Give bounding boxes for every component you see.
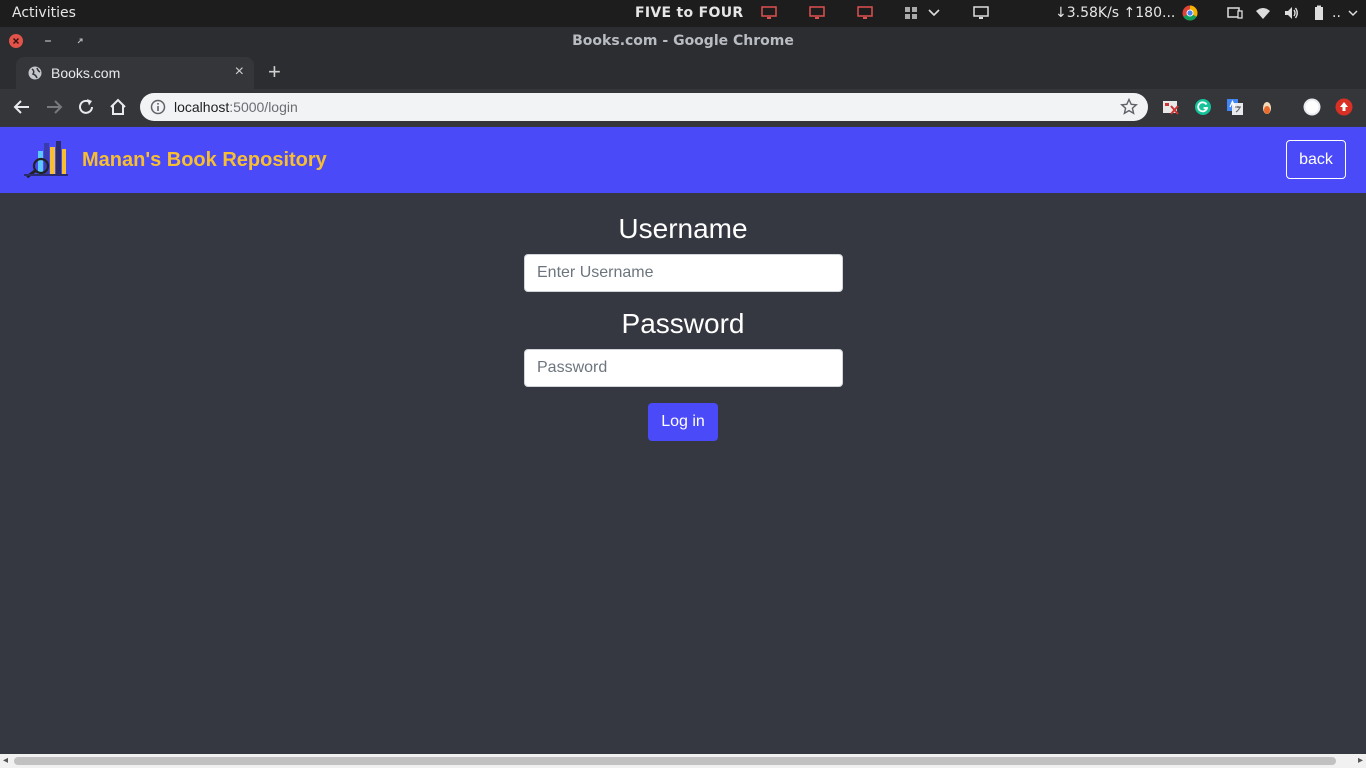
username-label: Username	[618, 213, 748, 244]
url-path: :5000/login	[229, 99, 298, 115]
login-button[interactable]: Log in	[648, 403, 718, 441]
window-title: Books.com - Google Chrome	[572, 33, 794, 49]
password-label: Password	[621, 308, 745, 339]
brand-title[interactable]: Manan's Book Repository	[82, 149, 327, 172]
system-top-bar: Activities FIVE to FOUR ↓3.58K/s ↑180...…	[0, 0, 1366, 27]
display-icon[interactable]	[973, 6, 989, 20]
activities-button[interactable]: Activities	[12, 5, 76, 21]
forward-arrow-icon[interactable]	[44, 97, 64, 117]
site-header: Manan's Book Repository back	[0, 127, 1366, 193]
address-bar[interactable]: localhost:5000/login	[140, 93, 1148, 121]
workspace-monitor-icon[interactable]	[809, 6, 825, 20]
scroll-left-icon[interactable]: ◂	[3, 755, 8, 766]
back-arrow-icon[interactable]	[12, 97, 32, 117]
scrollbar-thumb[interactable]	[14, 757, 1336, 765]
chevron-down-icon[interactable]	[1348, 6, 1358, 20]
scroll-right-icon[interactable]: ▸	[1358, 755, 1363, 766]
wifi-icon[interactable]	[1255, 5, 1271, 21]
home-icon[interactable]	[108, 97, 128, 117]
url-host: localhost	[174, 99, 230, 115]
tab-close-button[interactable]: ×	[235, 63, 244, 81]
username-input[interactable]	[524, 254, 843, 292]
window-title-bar: Books.com - Google Chrome	[0, 27, 1366, 55]
grid-icon[interactable]	[903, 6, 919, 20]
update-icon[interactable]	[1335, 98, 1353, 116]
password-input[interactable]	[524, 349, 843, 387]
tab-title: Books.com	[51, 65, 121, 81]
browser-toolbar: localhost:5000/login	[0, 89, 1366, 126]
horizontal-scrollbar[interactable]: ◂ ▸	[0, 754, 1366, 768]
grammarly-icon[interactable]	[1194, 98, 1212, 116]
chevron-down-icon[interactable]	[926, 6, 942, 20]
globe-icon	[28, 66, 42, 80]
screen-cast-icon[interactable]	[1227, 5, 1243, 21]
tab-books[interactable]: Books.com ×	[16, 57, 254, 89]
profile-avatar-icon[interactable]	[1303, 98, 1321, 116]
window-list-title[interactable]: FIVE to FOUR	[635, 5, 743, 21]
books-logo-icon[interactable]	[24, 139, 68, 179]
google-translate-icon[interactable]	[1226, 98, 1244, 116]
tab-strip: Books.com × +	[0, 55, 1366, 89]
battery-icon[interactable]	[1311, 5, 1327, 21]
url-text[interactable]: localhost:5000/login	[174, 99, 298, 115]
overflow-menu[interactable]: ..	[1332, 5, 1341, 21]
chrome-icon[interactable]	[1182, 5, 1198, 21]
info-icon[interactable]	[150, 99, 166, 115]
volume-icon[interactable]	[1283, 5, 1299, 21]
network-speed-indicator[interactable]: ↓3.58K/s ↑180...	[1055, 5, 1175, 21]
extension-bubble-icon[interactable]	[1258, 98, 1276, 116]
workspace-monitor-icon[interactable]	[857, 6, 873, 20]
extension-blocked-icon[interactable]	[1162, 98, 1180, 116]
new-tab-button[interactable]: +	[268, 59, 281, 85]
bookmark-star-icon[interactable]	[1120, 98, 1138, 116]
reload-icon[interactable]	[76, 97, 96, 117]
workspace-monitor-icon[interactable]	[761, 6, 777, 20]
back-button[interactable]: back	[1286, 140, 1346, 179]
